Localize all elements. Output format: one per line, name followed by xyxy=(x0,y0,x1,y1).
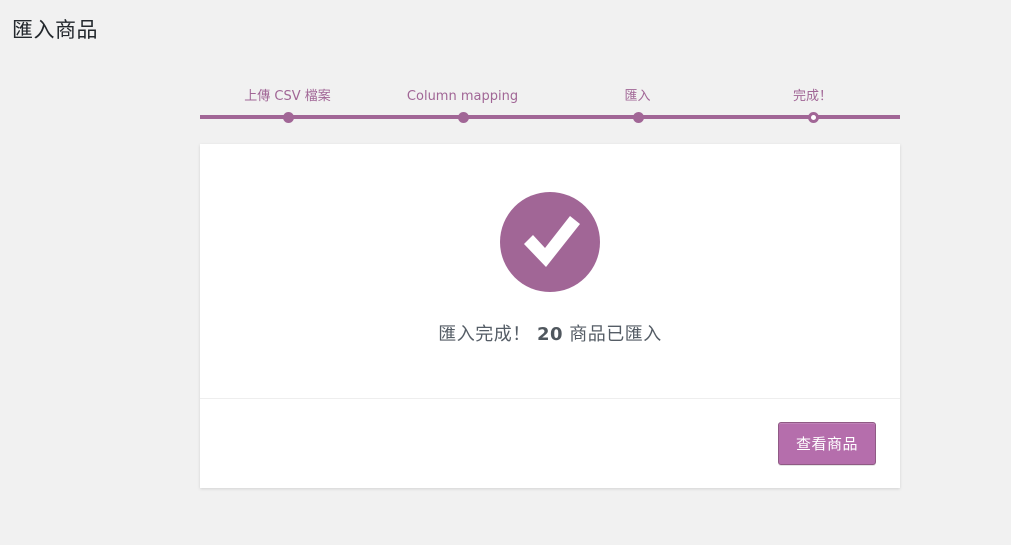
step-label: 完成！ xyxy=(792,89,832,104)
step-label: 上傳 CSV 檔案 xyxy=(244,89,331,104)
import-done-message: 匯入完成！ 20 商品已匯入 xyxy=(200,320,900,346)
imported-count: 20 xyxy=(536,324,564,345)
message-prefix: 匯入完成！ xyxy=(438,324,531,345)
step-done: 完成！ xyxy=(725,86,900,123)
import-progress-steps: 上傳 CSV 檔案 Column mapping 匯入 完成！ xyxy=(200,86,900,126)
step-label: 匯入 xyxy=(624,89,651,104)
progress-line xyxy=(200,115,900,119)
checkmark-icon xyxy=(500,192,600,292)
step-upload-csv: 上傳 CSV 檔案 xyxy=(200,86,375,123)
step-dot xyxy=(457,112,469,123)
step-import: 匯入 xyxy=(550,86,725,123)
step-label: Column mapping xyxy=(406,89,519,104)
import-result-card: 匯入完成！ 20 商品已匯入 查看商品 xyxy=(200,144,900,488)
card-actions: 查看商品 xyxy=(200,399,900,488)
step-column-mapping: Column mapping xyxy=(375,86,550,123)
step-dot xyxy=(632,112,644,123)
page-title: 匯入商品 xyxy=(12,18,98,42)
message-suffix: 商品已匯入 xyxy=(569,324,662,345)
card-body: 匯入完成！ 20 商品已匯入 xyxy=(200,144,900,399)
step-dot xyxy=(282,112,294,123)
view-products-button[interactable]: 查看商品 xyxy=(777,422,876,465)
step-dot-current xyxy=(807,112,819,123)
